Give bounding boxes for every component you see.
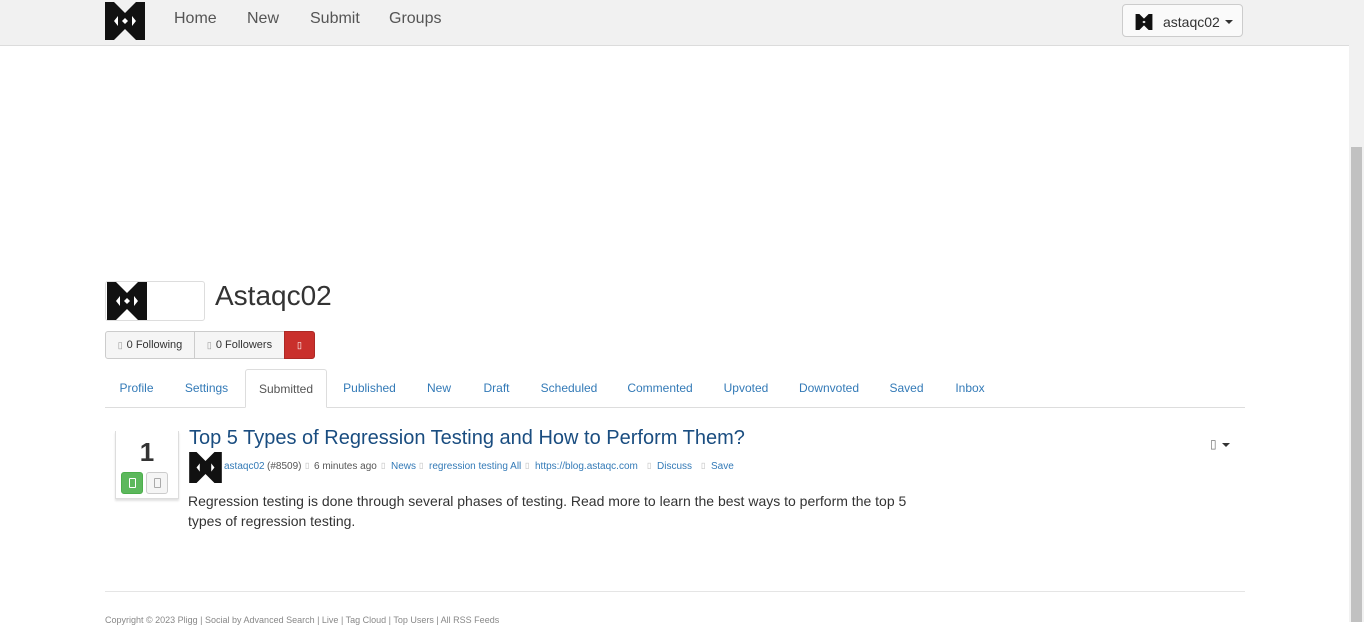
chevron-down-icon bbox=[1221, 442, 1230, 447]
post-tags-link[interactable]: regression testing All bbox=[429, 461, 521, 472]
top-navbar: Home New Submit Groups astaqc02 bbox=[0, 0, 1349, 46]
post-author-link[interactable]: astaqc02 bbox=[224, 461, 265, 472]
following-label: 0 Following bbox=[126, 339, 183, 351]
globe-icon: ▯ bbox=[525, 461, 530, 470]
tab-new[interactable]: New bbox=[422, 369, 456, 407]
tab-commented[interactable]: Commented bbox=[624, 369, 696, 407]
nav-home-link[interactable]: Home bbox=[174, 10, 217, 28]
tab-upvoted[interactable]: Upvoted bbox=[719, 369, 773, 407]
user-avatar-icon bbox=[1135, 14, 1153, 30]
clock-icon: ▯ bbox=[305, 461, 310, 470]
comment-icon: ▯ bbox=[647, 461, 652, 470]
scrollbar-thumb[interactable] bbox=[1351, 147, 1362, 622]
tab-downvoted[interactable]: Downvoted bbox=[796, 369, 862, 407]
tab-scheduled[interactable]: Scheduled bbox=[537, 369, 601, 407]
followers-button[interactable]: ▯ 0 Followers bbox=[194, 331, 285, 359]
following-button[interactable]: ▯ 0 Following bbox=[105, 331, 195, 359]
gear-icon: ▯ bbox=[1210, 437, 1217, 451]
post-author-id: (#8509) bbox=[267, 461, 302, 472]
nav-groups-link[interactable]: Groups bbox=[389, 10, 441, 28]
save-link[interactable]: Save bbox=[711, 461, 734, 472]
user-icon: ▯ bbox=[117, 340, 123, 350]
tab-published[interactable]: Published bbox=[335, 369, 404, 407]
profile-avatar bbox=[105, 281, 205, 321]
vote-box: 1 bbox=[115, 431, 179, 499]
follow-action-button[interactable]: ▯ bbox=[284, 331, 315, 359]
folder-icon: ▯ bbox=[381, 461, 386, 470]
post-options-menu[interactable]: ▯ bbox=[1210, 437, 1230, 451]
tab-settings[interactable]: Settings bbox=[175, 369, 238, 407]
footer-text: Copyright © 2023 Pligg | Social by Advan… bbox=[105, 615, 500, 625]
post-domain-link[interactable]: https://blog.astaqc.com bbox=[535, 461, 638, 472]
chevron-down-icon bbox=[1225, 20, 1233, 24]
user-menu-name: astaqc02 bbox=[1163, 14, 1220, 30]
follow-icon: ▯ bbox=[297, 340, 302, 350]
tab-saved[interactable]: Saved bbox=[885, 369, 928, 407]
profile-name: Astaqc02 bbox=[215, 280, 332, 311]
vote-count: 1 bbox=[139, 437, 155, 467]
page-scrollbar[interactable] bbox=[1349, 0, 1364, 622]
star-icon: ▯ bbox=[701, 461, 706, 470]
author-avatar-icon[interactable] bbox=[189, 452, 222, 483]
tag-icon: ▯ bbox=[419, 461, 424, 470]
tab-profile[interactable]: Profile bbox=[105, 369, 168, 407]
users-icon: ▯ bbox=[206, 340, 212, 350]
nav-submit-link[interactable]: Submit bbox=[310, 10, 360, 28]
tab-inbox[interactable]: Inbox bbox=[951, 369, 989, 407]
profile-tabs: Profile Settings Submitted Published New… bbox=[105, 369, 1245, 408]
nav-new-link[interactable]: New bbox=[247, 10, 279, 28]
avatar-logo-icon bbox=[107, 282, 147, 320]
post-title-link[interactable]: Top 5 Types of Regression Testing and Ho… bbox=[189, 427, 745, 450]
followers-label: 0 Followers bbox=[215, 339, 273, 351]
post-description: Regression testing is done through sever… bbox=[188, 493, 907, 529]
post-time: 6 minutes ago bbox=[314, 461, 377, 472]
tab-draft[interactable]: Draft bbox=[479, 369, 514, 407]
post-category-link[interactable]: News bbox=[391, 461, 416, 472]
site-logo[interactable] bbox=[105, 2, 145, 40]
footer-divider bbox=[105, 591, 1245, 592]
tab-submitted[interactable]: Submitted bbox=[245, 369, 327, 408]
upvote-button[interactable] bbox=[121, 472, 143, 494]
user-menu-button[interactable]: astaqc02 bbox=[1122, 4, 1243, 37]
downvote-button[interactable] bbox=[146, 472, 168, 494]
discuss-link[interactable]: Discuss bbox=[657, 461, 692, 472]
